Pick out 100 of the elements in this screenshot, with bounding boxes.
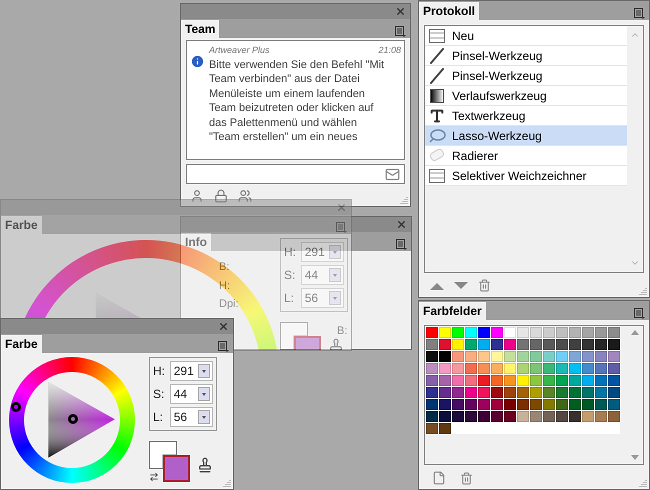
color-swatch[interactable] xyxy=(530,411,542,422)
people-icon[interactable] xyxy=(238,189,252,203)
close-icon[interactable] xyxy=(336,202,347,213)
color-swatch[interactable] xyxy=(426,363,438,374)
color-swatch[interactable] xyxy=(504,327,516,338)
color-swatch[interactable] xyxy=(452,363,464,374)
color-swatch[interactable] xyxy=(556,375,568,386)
close-icon[interactable] xyxy=(396,219,407,230)
color-swatch[interactable] xyxy=(439,423,451,434)
panel-menu-icon[interactable] xyxy=(395,26,406,38)
lock-icon[interactable] xyxy=(214,189,228,203)
color-swatch[interactable] xyxy=(452,375,464,386)
color-swatch[interactable] xyxy=(426,375,438,386)
resize-grip-icon[interactable] xyxy=(223,479,231,487)
color-swatch[interactable] xyxy=(530,327,542,338)
color-swatch[interactable] xyxy=(491,387,503,398)
resize-grip-icon[interactable] xyxy=(400,196,408,204)
color-swatch[interactable] xyxy=(530,363,542,374)
color-swatch[interactable] xyxy=(439,411,451,422)
panel-menu-icon[interactable] xyxy=(396,239,407,251)
color-swatch[interactable] xyxy=(426,351,438,362)
trash-icon[interactable] xyxy=(478,279,491,292)
resize-grip-icon[interactable] xyxy=(639,287,647,295)
color-swatch[interactable] xyxy=(543,387,555,398)
color-swatch[interactable] xyxy=(582,339,594,350)
panel-menu-icon[interactable] xyxy=(634,8,645,20)
color-swatch[interactable] xyxy=(504,339,516,350)
color-swatch[interactable] xyxy=(478,375,490,386)
panel-tab[interactable]: Protokoll xyxy=(419,2,480,20)
color-swatch[interactable] xyxy=(569,351,581,362)
color-swatch[interactable] xyxy=(556,411,568,422)
color-swatch[interactable] xyxy=(478,387,490,398)
color-swatch[interactable] xyxy=(517,351,529,362)
panel-menu-icon[interactable] xyxy=(634,308,645,320)
color-swatch[interactable] xyxy=(556,363,568,374)
color-swatch[interactable] xyxy=(465,339,477,350)
color-swatch[interactable] xyxy=(465,351,477,362)
color-swatch[interactable] xyxy=(582,375,594,386)
history-item[interactable]: Pinsel-Werkzeug xyxy=(425,66,627,86)
color-swatch[interactable] xyxy=(426,411,438,422)
color-marker[interactable] xyxy=(68,414,78,424)
hue-marker[interactable] xyxy=(11,402,22,412)
color-swatch[interactable] xyxy=(439,375,451,386)
person-icon[interactable] xyxy=(190,189,204,203)
color-swatch[interactable] xyxy=(608,351,620,362)
color-swatch[interactable] xyxy=(478,411,490,422)
color-swatch[interactable] xyxy=(608,339,620,350)
color-swatch[interactable] xyxy=(595,387,607,398)
color-swatch[interactable] xyxy=(543,375,555,386)
color-swatch[interactable] xyxy=(504,351,516,362)
panel-tab[interactable]: Farbe xyxy=(1,335,42,353)
color-swatch[interactable] xyxy=(595,327,607,338)
color-swatch[interactable] xyxy=(582,411,594,422)
color-swatch[interactable] xyxy=(465,375,477,386)
color-swatch[interactable] xyxy=(491,411,503,422)
step-down-icon[interactable] xyxy=(454,282,468,290)
color-swatch[interactable] xyxy=(517,327,529,338)
color-swatch[interactable] xyxy=(543,363,555,374)
color-swatch[interactable] xyxy=(608,399,620,410)
color-swatch[interactable] xyxy=(608,411,620,422)
color-swatch[interactable] xyxy=(439,363,451,374)
color-swatch[interactable] xyxy=(582,327,594,338)
history-item[interactable]: Selektiver Weichzeichner xyxy=(425,166,627,186)
color-swatch[interactable] xyxy=(543,411,555,422)
color-swatch[interactable] xyxy=(595,351,607,362)
background-color-swatch[interactable] xyxy=(149,441,177,469)
color-swatch[interactable] xyxy=(452,411,464,422)
stamp-icon[interactable] xyxy=(328,338,344,350)
color-swatch[interactable] xyxy=(582,387,594,398)
color-swatch[interactable] xyxy=(439,351,451,362)
color-swatch[interactable] xyxy=(426,423,438,434)
swap-colors-icon[interactable] xyxy=(149,472,159,482)
color-swatch[interactable] xyxy=(465,411,477,422)
panel-tab[interactable]: Farbfelder xyxy=(419,302,486,320)
color-swatch[interactable] xyxy=(569,327,581,338)
color-swatch[interactable] xyxy=(530,387,542,398)
color-swatch[interactable] xyxy=(595,375,607,386)
color-swatch[interactable] xyxy=(569,339,581,350)
color-swatch[interactable] xyxy=(426,327,438,338)
color-swatch[interactable] xyxy=(439,339,451,350)
color-swatch[interactable] xyxy=(595,339,607,350)
color-swatch[interactable] xyxy=(608,363,620,374)
color-swatch[interactable] xyxy=(491,351,503,362)
color-swatch[interactable] xyxy=(465,363,477,374)
number-field[interactable]: 44 xyxy=(170,384,213,404)
color-swatch[interactable] xyxy=(569,399,581,410)
color-swatch[interactable] xyxy=(582,399,594,410)
color-swatch[interactable] xyxy=(504,411,516,422)
color-swatch[interactable] xyxy=(569,375,581,386)
color-swatch[interactable] xyxy=(426,387,438,398)
panel-tab[interactable]: Team xyxy=(181,20,220,38)
color-swatch[interactable] xyxy=(478,351,490,362)
close-icon[interactable] xyxy=(218,321,229,332)
color-swatch[interactable] xyxy=(608,327,620,338)
stamp-icon[interactable] xyxy=(197,457,213,473)
color-swatch[interactable] xyxy=(569,411,581,422)
color-swatch[interactable] xyxy=(439,387,451,398)
color-swatch[interactable] xyxy=(465,327,477,338)
color-swatch[interactable] xyxy=(504,387,516,398)
color-swatch[interactable] xyxy=(452,339,464,350)
